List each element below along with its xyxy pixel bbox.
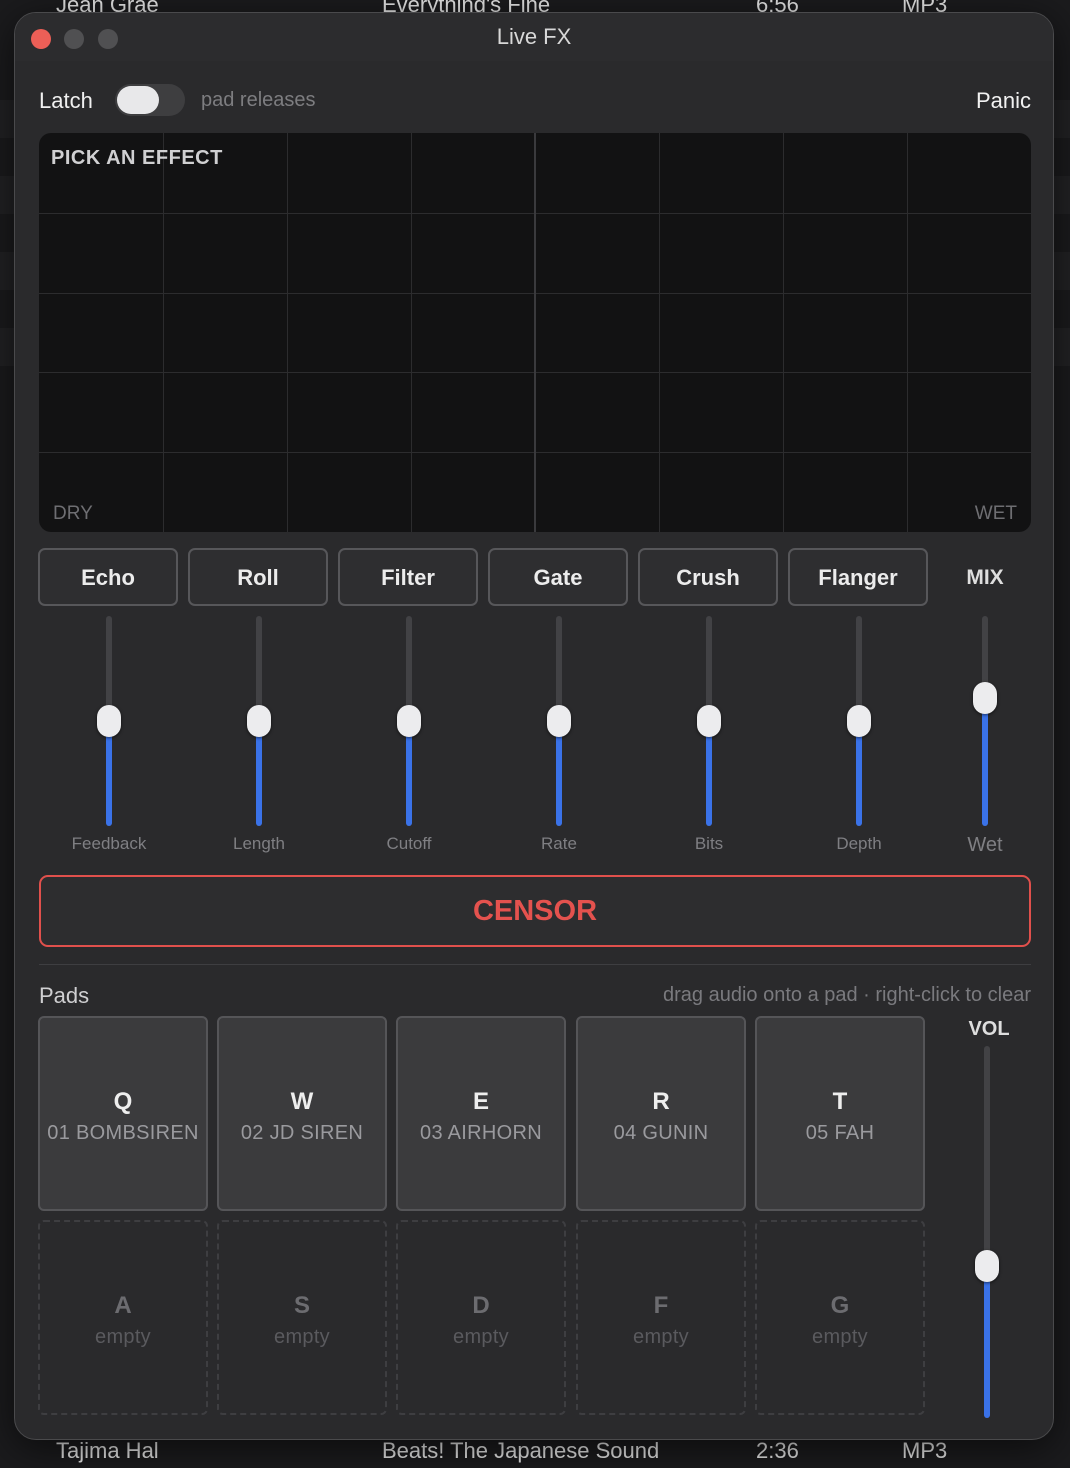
pad-s[interactable]: S empty	[217, 1220, 387, 1415]
slider-thumb[interactable]	[247, 705, 271, 737]
pad-w[interactable]: W 02 JD SIREN	[217, 1016, 387, 1211]
slider-thumb[interactable]	[975, 1250, 999, 1282]
pad-sample-name: 04 GUNIN	[613, 1122, 709, 1144]
feedback-slider[interactable]	[89, 616, 129, 826]
xy-effect-pad[interactable]: PICK AN EFFECT DRY WET	[39, 133, 1031, 532]
pad-r[interactable]: R 04 GUNIN	[576, 1016, 746, 1211]
pad-sample-name: 01 BOMBSIREN	[47, 1122, 199, 1144]
effect-filter-button[interactable]: Filter	[338, 548, 478, 606]
pad-sample-name: empty	[453, 1326, 509, 1348]
pad-sample-name: empty	[633, 1326, 689, 1348]
pad-sample-name: 02 JD SIREN	[240, 1122, 364, 1144]
bg-album: Beats! The Japanese Sound	[382, 1438, 660, 1463]
pad-key: T	[832, 1088, 848, 1115]
wet-label: Wet	[967, 834, 1003, 856]
effect-roll-button[interactable]: Roll	[188, 548, 328, 606]
pad-key: S	[293, 1292, 310, 1319]
pad-t[interactable]: T 05 FAH	[755, 1016, 925, 1211]
divider	[39, 964, 1031, 965]
effect-crush-button[interactable]: Crush	[638, 548, 778, 606]
pad-key: Q	[113, 1088, 133, 1115]
slider-thumb[interactable]	[973, 682, 997, 714]
pads-section-title: Pads	[39, 983, 90, 1008]
pad-key: F	[653, 1292, 669, 1319]
effect-echo-button[interactable]: Echo	[38, 548, 178, 606]
pads-hint: drag audio onto a pad · right-click to c…	[663, 984, 1031, 1006]
volume-slider[interactable]	[967, 1046, 1007, 1418]
pad-key: E	[472, 1088, 489, 1115]
pad-key: W	[290, 1088, 314, 1115]
mix-label: MIX	[966, 566, 1004, 589]
panic-button[interactable]: Panic	[976, 88, 1031, 114]
pad-e[interactable]: E 03 AIRHORN	[396, 1016, 566, 1211]
effect-flanger-button[interactable]: Flanger	[788, 548, 928, 606]
window-title: Live FX	[496, 24, 572, 49]
pad-sample-name: 03 AIRHORN	[420, 1122, 542, 1144]
pad-key: G	[830, 1292, 850, 1319]
pad-sample-name: empty	[812, 1326, 868, 1348]
rate-label: Rate	[541, 834, 577, 853]
slider-thumb[interactable]	[97, 705, 121, 737]
slider-thumb[interactable]	[847, 705, 871, 737]
pad-f[interactable]: F empty	[576, 1220, 746, 1415]
pad-a[interactable]: A empty	[38, 1220, 208, 1415]
bg-artist: Tajima Hal	[56, 1438, 159, 1463]
wet-slider[interactable]	[965, 616, 1005, 826]
toggle-knob	[117, 86, 159, 114]
depth-slider[interactable]	[839, 616, 879, 826]
xy-dry-label: DRY	[53, 503, 93, 524]
pad-key: A	[114, 1292, 132, 1319]
pad-key: R	[652, 1088, 670, 1115]
slider-fill	[984, 1266, 990, 1418]
slider-thumb[interactable]	[697, 705, 721, 737]
bits-slider[interactable]	[689, 616, 729, 826]
latch-hint: pad releases	[201, 89, 316, 111]
latch-label: Latch	[39, 88, 93, 113]
title-bar[interactable]: Live FX	[15, 13, 1053, 61]
pad-key: D	[472, 1292, 490, 1319]
slider-fill	[982, 698, 988, 826]
live-fx-window: Live FX Latch pad releases Panic PICK AN…	[14, 12, 1054, 1440]
cutoff-slider[interactable]	[389, 616, 429, 826]
pad-q[interactable]: Q 01 BOMBSIREN	[38, 1016, 208, 1211]
rate-slider[interactable]	[539, 616, 579, 826]
pad-sample-name: 05 FAH	[805, 1122, 875, 1144]
cutoff-label: Cutoff	[386, 834, 432, 853]
slider-thumb[interactable]	[547, 705, 571, 737]
depth-label: Depth	[836, 834, 882, 853]
xy-wet-label: WET	[974, 503, 1017, 524]
bg-duration: 2:36	[756, 1438, 799, 1463]
xy-grid	[39, 133, 1031, 532]
length-label: Length	[233, 834, 285, 853]
slider-thumb[interactable]	[397, 705, 421, 737]
bg-format: MP3	[902, 1438, 948, 1463]
pad-sample-name: empty	[274, 1326, 330, 1348]
bits-label: Bits	[694, 834, 724, 853]
pad-d[interactable]: D empty	[396, 1220, 566, 1415]
pad-sample-name: empty	[95, 1326, 151, 1348]
latch-toggle[interactable]	[115, 84, 185, 116]
volume-label: VOL	[968, 1018, 1010, 1040]
feedback-label: Feedback	[71, 834, 147, 853]
length-slider[interactable]	[239, 616, 279, 826]
xy-pad-title: PICK AN EFFECT	[51, 147, 223, 169]
effect-gate-button[interactable]: Gate	[488, 548, 628, 606]
censor-button[interactable]: CENSOR	[39, 875, 1031, 947]
bg-track-row-bottom: Tajima Hal Beats! The Japanese Sound 2:3…	[0, 1438, 1070, 1468]
pad-g[interactable]: G empty	[755, 1220, 925, 1415]
